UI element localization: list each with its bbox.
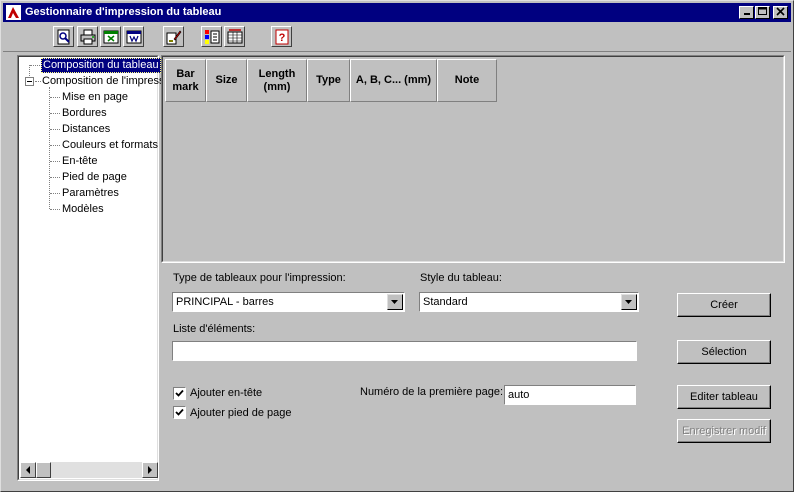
tree-line xyxy=(50,145,60,146)
chevron-down-icon xyxy=(625,300,632,304)
tree-item-colors-formats[interactable]: Couleurs et formats xyxy=(62,139,158,152)
create-button[interactable]: Créer xyxy=(677,293,771,317)
elements-list-label: Liste d'éléments: xyxy=(173,323,256,335)
elements-list-input[interactable] xyxy=(172,341,637,361)
tree-item-print-composition[interactable]: Composition de l'impress xyxy=(42,75,165,88)
maximize-button[interactable] xyxy=(755,6,770,19)
first-page-value: auto xyxy=(508,389,530,401)
add-header-checkbox[interactable] xyxy=(173,387,186,400)
checkmark-icon xyxy=(175,389,184,397)
export-word-button[interactable] xyxy=(123,26,144,47)
table-style-select[interactable]: Standard xyxy=(419,292,639,312)
column-header-dimensions[interactable]: A, B, C... (mm) xyxy=(350,59,437,102)
column-header-size[interactable]: Size xyxy=(206,59,247,102)
column-header-bar-mark[interactable]: Bar mark xyxy=(165,59,206,102)
excel-export-icon xyxy=(103,30,119,44)
print-manager-window: Gestionnaire d'impression du tableau ? C… xyxy=(0,0,794,492)
minimize-button[interactable] xyxy=(739,6,754,19)
arrow-right-icon xyxy=(148,466,152,474)
tree-line xyxy=(50,193,60,194)
tree-line xyxy=(50,209,60,210)
title-bar[interactable]: Gestionnaire d'impression du tableau xyxy=(3,3,791,22)
tree-item-page-setup[interactable]: Mise en page xyxy=(62,91,128,104)
tree-item-header[interactable]: En-tête xyxy=(62,155,97,168)
toolbar: ? xyxy=(3,23,791,52)
table-style-value: Standard xyxy=(423,296,468,308)
word-export-icon xyxy=(126,30,142,44)
tree-item-footer[interactable]: Pied de page xyxy=(62,171,127,184)
table-style-dropdown-button[interactable] xyxy=(621,294,637,310)
edit-button[interactable] xyxy=(163,26,184,47)
scroll-thumb[interactable] xyxy=(36,462,51,478)
settings-tree: Composition du tableau Composition de l'… xyxy=(17,55,165,481)
table-style-label: Style du tableau: xyxy=(420,272,502,284)
tree-line xyxy=(50,113,60,114)
minimize-icon xyxy=(743,13,750,15)
columns-button[interactable] xyxy=(224,26,245,47)
table-grid: Bar mark Size Length (mm) Type A, B, C..… xyxy=(161,55,785,263)
svg-text:?: ? xyxy=(279,32,286,44)
preview-icon xyxy=(57,29,70,45)
tree-line xyxy=(30,65,40,66)
collapse-icon[interactable] xyxy=(25,77,34,86)
tree-horizontal-scrollbar[interactable] xyxy=(20,462,158,478)
tree-line xyxy=(50,177,60,178)
tree-item-borders[interactable]: Bordures xyxy=(62,107,107,120)
window-title: Gestionnaire d'impression du tableau xyxy=(25,6,222,18)
app-logo-icon xyxy=(6,5,21,20)
close-button[interactable] xyxy=(773,6,788,19)
add-header-label[interactable]: Ajouter en-tête xyxy=(190,387,262,399)
table-type-dropdown-button[interactable] xyxy=(387,294,403,310)
tree-item-parameters[interactable]: Paramètres xyxy=(62,187,119,200)
close-icon xyxy=(776,7,785,16)
column-header-type[interactable]: Type xyxy=(307,59,350,102)
help-button[interactable]: ? xyxy=(271,26,292,47)
add-footer-label[interactable]: Ajouter pied de page xyxy=(190,407,292,419)
save-changes-button[interactable]: Enregistrer modif xyxy=(677,419,771,443)
table-type-select[interactable]: PRINCIPAL - barres xyxy=(172,292,405,312)
table-type-value: PRINCIPAL - barres xyxy=(176,296,274,308)
colors-button[interactable] xyxy=(201,26,222,47)
print-button[interactable] xyxy=(77,26,98,47)
export-excel-button[interactable] xyxy=(100,26,121,47)
chevron-down-icon xyxy=(391,300,398,304)
column-header-note[interactable]: Note xyxy=(437,59,497,102)
add-footer-checkbox[interactable] xyxy=(173,406,186,419)
table-type-label: Type de tableaux pour l'impression: xyxy=(173,272,346,284)
first-page-label: Numéro de la première page: xyxy=(360,386,504,398)
preview-button[interactable] xyxy=(53,26,74,47)
pen-edit-icon xyxy=(166,30,182,45)
tree-line xyxy=(49,87,50,209)
tree-item-templates[interactable]: Modèles xyxy=(62,203,104,216)
color-palette-icon xyxy=(205,30,220,44)
tree-line xyxy=(50,97,60,98)
edit-table-button[interactable]: Editer tableau xyxy=(677,385,771,409)
help-icon: ? xyxy=(275,29,289,45)
tree-item-table-composition[interactable]: Composition du tableau xyxy=(41,58,161,73)
scroll-left-button[interactable] xyxy=(20,462,36,478)
arrow-left-icon xyxy=(26,466,30,474)
checkmark-icon xyxy=(175,408,184,416)
tree-item-distances[interactable]: Distances xyxy=(62,123,110,136)
tree-line xyxy=(50,161,60,162)
table-columns-icon xyxy=(227,29,243,44)
scroll-right-button[interactable] xyxy=(142,462,158,478)
print-icon xyxy=(80,29,96,45)
column-header-length[interactable]: Length (mm) xyxy=(247,59,307,102)
maximize-icon xyxy=(758,7,767,15)
tree-line xyxy=(50,129,60,130)
selection-button[interactable]: Sélection xyxy=(677,340,771,364)
first-page-input[interactable]: auto xyxy=(504,385,636,405)
tree-line xyxy=(35,81,41,82)
